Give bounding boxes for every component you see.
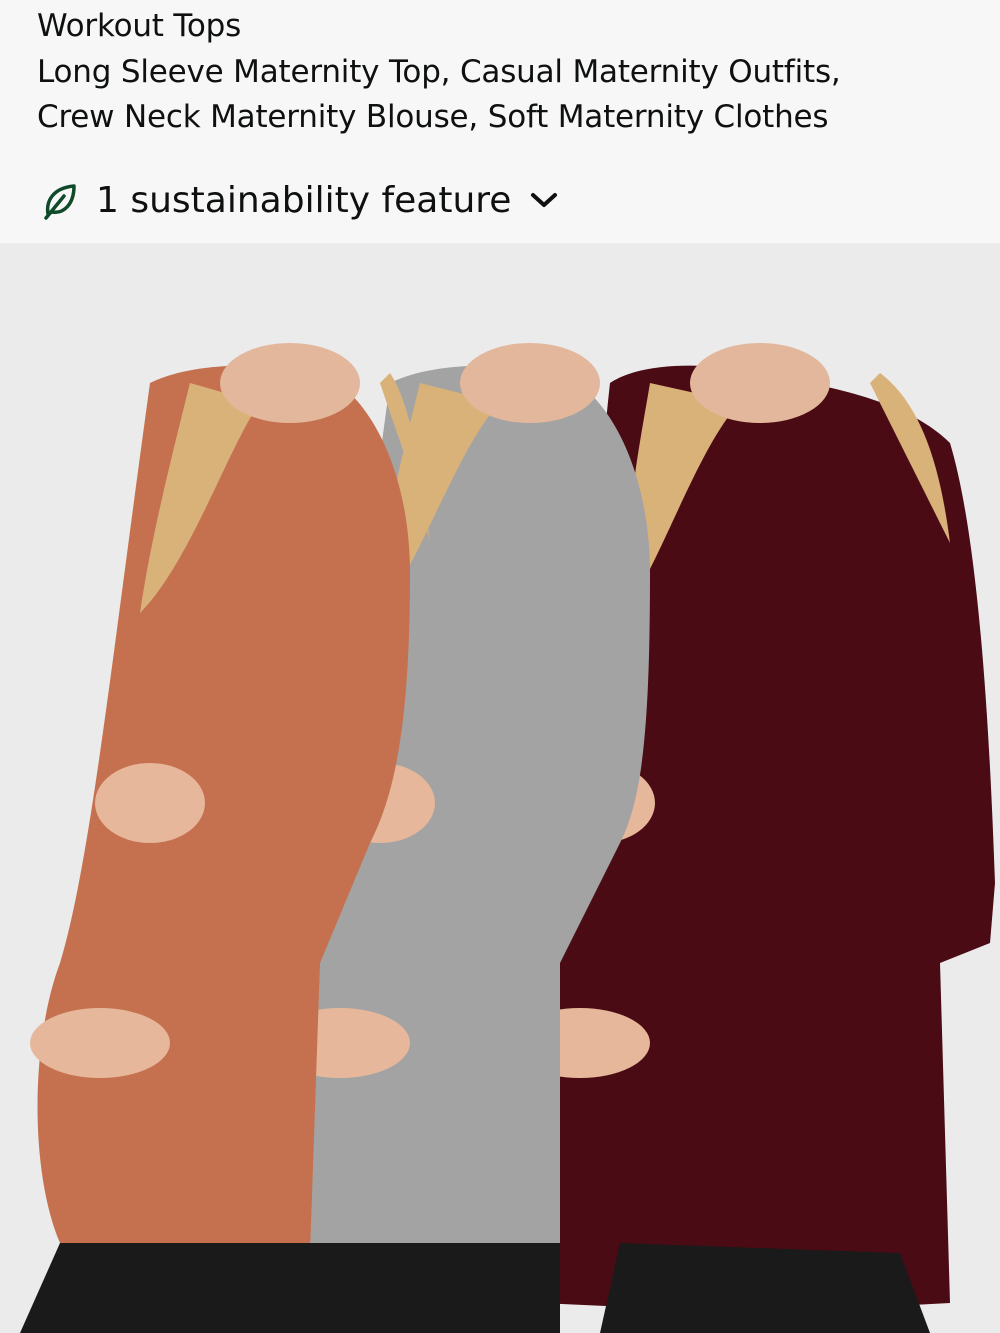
sustainability-label: 1 sustainability feature xyxy=(96,179,512,221)
sustainability-features-toggle[interactable]: 1 sustainability feature xyxy=(40,176,559,224)
product-header: Workout Tops Long Sleeve Maternity Top, … xyxy=(0,0,1000,243)
product-title-line: Crew Neck Maternity Blouse, Soft Materni… xyxy=(37,99,829,135)
product-image[interactable] xyxy=(0,243,1000,1333)
leaf-icon xyxy=(44,184,76,220)
chevron-down-icon xyxy=(531,193,558,207)
product-photo-illustration xyxy=(0,243,1000,1333)
product-title-line: Workout Tops xyxy=(37,8,242,44)
product-title-line: Long Sleeve Maternity Top, Casual Matern… xyxy=(37,54,841,90)
